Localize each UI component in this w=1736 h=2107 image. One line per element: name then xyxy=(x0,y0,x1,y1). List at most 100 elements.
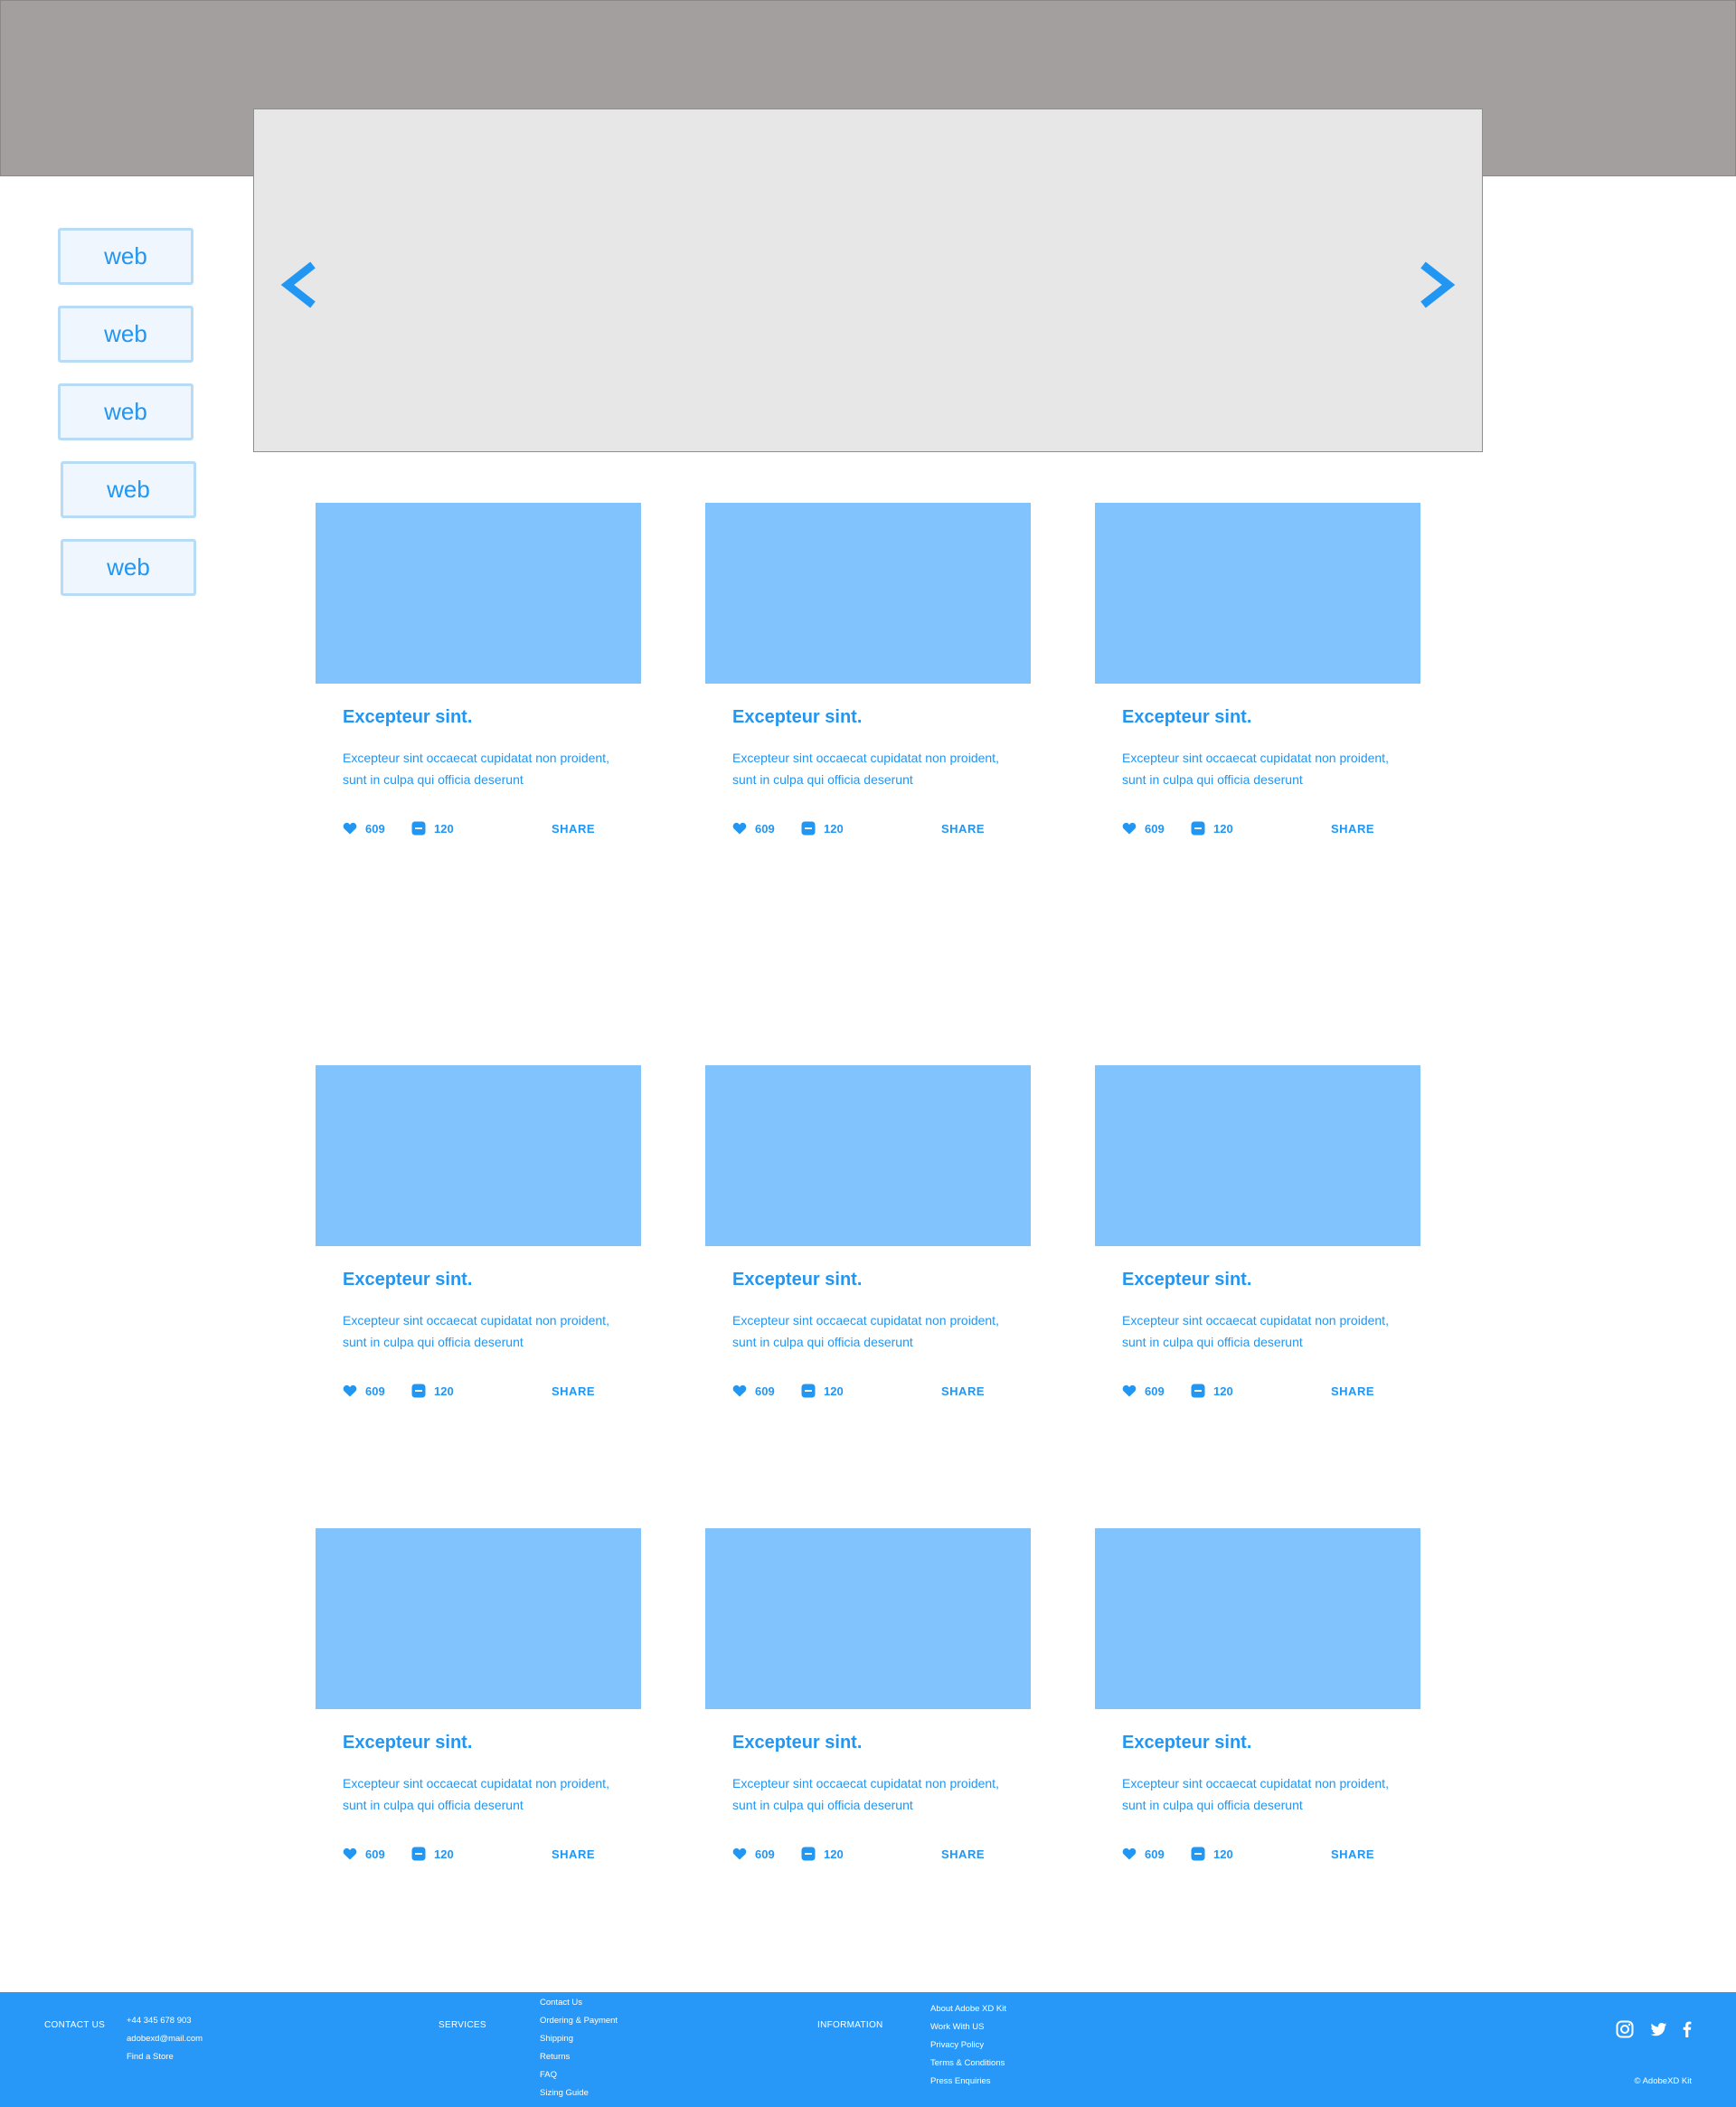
footer-link[interactable]: FAQ xyxy=(540,2066,618,2084)
share-button[interactable]: SHARE xyxy=(1331,1847,1374,1861)
comment-button[interactable]: 120 xyxy=(1191,1847,1233,1861)
footer-link[interactable]: Press Enquiries xyxy=(930,2073,1006,2091)
card-title[interactable]: Excepteur sint. xyxy=(343,1733,472,1753)
comment-button[interactable]: 120 xyxy=(1191,821,1233,836)
footer-phone[interactable]: +44 345 678 903 xyxy=(127,2012,203,2030)
side-nav-button[interactable]: web xyxy=(58,228,193,285)
side-nav-button[interactable]: web xyxy=(61,539,196,596)
card-image[interactable] xyxy=(1095,1065,1420,1246)
share-button[interactable]: SHARE xyxy=(941,1384,985,1398)
card-image[interactable] xyxy=(705,1065,1031,1246)
comment-button[interactable]: 120 xyxy=(411,1384,454,1398)
share-button[interactable]: SHARE xyxy=(552,1384,595,1398)
card-description: Excepteur sint occaecat cupidatat non pr… xyxy=(343,1313,609,1349)
side-nav-button[interactable]: web xyxy=(58,306,193,363)
share-button[interactable]: SHARE xyxy=(941,822,985,836)
card-title[interactable]: Excepteur sint. xyxy=(1122,1270,1251,1290)
card-meta: 609 120 SHARE xyxy=(732,1847,1004,1865)
card-title[interactable]: Excepteur sint. xyxy=(343,707,472,728)
card-title[interactable]: Excepteur sint. xyxy=(732,1270,862,1290)
comment-button[interactable]: 120 xyxy=(411,821,454,836)
card-image[interactable] xyxy=(316,503,641,684)
like-button[interactable]: 609 xyxy=(343,1847,385,1861)
card-image[interactable] xyxy=(316,1528,641,1709)
footer-link[interactable]: Sizing Guide xyxy=(540,2084,618,2102)
card: Excepteur sint. Excepteur sint occaecat c… xyxy=(1095,1065,1420,1427)
side-nav-button[interactable]: web xyxy=(61,461,196,518)
share-button[interactable]: SHARE xyxy=(1331,822,1374,836)
twitter-icon[interactable] xyxy=(1648,2019,1668,2039)
footer-contact-heading: CONTACT US xyxy=(44,2020,106,2030)
card-title[interactable]: Excepteur sint. xyxy=(343,1270,472,1290)
footer-find-store-link[interactable]: Find a Store xyxy=(127,2048,203,2066)
comment-button[interactable]: 120 xyxy=(1191,1384,1233,1398)
card-description: Excepteur sint occaecat cupidatat non pr… xyxy=(343,1776,609,1812)
like-count: 609 xyxy=(755,821,775,836)
footer-link[interactable]: About Adobe XD Kit xyxy=(930,2000,1006,2018)
footer-link[interactable]: Ordering & Payment xyxy=(540,2012,618,2030)
like-count: 609 xyxy=(1145,1384,1165,1398)
card-description: Excepteur sint occaecat cupidatat non pr… xyxy=(343,751,609,787)
share-button[interactable]: SHARE xyxy=(552,822,595,836)
carousel-next-button[interactable] xyxy=(1405,258,1459,312)
like-button[interactable]: 609 xyxy=(343,821,385,836)
comment-count: 120 xyxy=(1213,1847,1233,1861)
card-image[interactable] xyxy=(705,503,1031,684)
card: Excepteur sint. Excepteur sint occaecat c… xyxy=(316,1065,641,1427)
share-button[interactable]: SHARE xyxy=(1331,1384,1374,1398)
side-nav-button[interactable]: web xyxy=(58,383,193,440)
footer-link[interactable]: Terms & Conditions xyxy=(930,2055,1006,2073)
card-meta: 609 120 SHARE xyxy=(1122,1847,1393,1865)
footer-email[interactable]: adobexd@mail.com xyxy=(127,2030,203,2048)
footer-link[interactable]: Privacy Policy xyxy=(930,2036,1006,2055)
footer-link[interactable]: Work With US xyxy=(930,2018,1006,2036)
card-meta: 609 120 SHARE xyxy=(343,1847,614,1865)
footer-link[interactable]: Shipping xyxy=(540,2030,618,2048)
comment-icon xyxy=(411,821,434,836)
like-button[interactable]: 609 xyxy=(732,821,775,836)
card-title[interactable]: Excepteur sint. xyxy=(732,707,862,728)
copyright: © AdobeXD Kit xyxy=(1634,2076,1692,2086)
card-title[interactable]: Excepteur sint. xyxy=(1122,1733,1251,1753)
card-title[interactable]: Excepteur sint. xyxy=(1122,707,1251,728)
card-description: Excepteur sint occaecat cupidatat non pr… xyxy=(1122,751,1389,787)
comment-count: 120 xyxy=(434,1384,454,1398)
card-meta: 609 120 SHARE xyxy=(1122,821,1393,839)
footer-services-list: Contact Us Ordering & Payment Shipping R… xyxy=(540,1994,618,2102)
like-button[interactable]: 609 xyxy=(1122,1384,1165,1398)
card-image[interactable] xyxy=(1095,503,1420,684)
like-button[interactable]: 609 xyxy=(732,1847,775,1861)
chevron-left-icon xyxy=(280,261,316,308)
like-button[interactable]: 609 xyxy=(1122,1847,1165,1861)
footer-link[interactable]: Returns xyxy=(540,2048,618,2066)
comment-button[interactable]: 120 xyxy=(411,1847,454,1861)
card-image[interactable] xyxy=(316,1065,641,1246)
like-button[interactable]: 609 xyxy=(732,1384,775,1398)
like-count: 609 xyxy=(755,1847,775,1861)
heart-icon xyxy=(1122,1847,1145,1861)
comment-button[interactable]: 120 xyxy=(801,821,844,836)
share-button[interactable]: SHARE xyxy=(552,1847,595,1861)
facebook-icon[interactable] xyxy=(1677,2019,1697,2039)
comment-button[interactable]: 120 xyxy=(801,1847,844,1861)
card: Excepteur sint. Excepteur sint occaecat c… xyxy=(705,1065,1031,1427)
card: Excepteur sint. Excepteur sint occaecat c… xyxy=(1095,1528,1420,1890)
footer-contact-list: +44 345 678 903 adobexd@mail.com Find a … xyxy=(127,2012,203,2066)
card: Excepteur sint. Excepteur sint occaecat c… xyxy=(316,503,641,865)
card-description: Excepteur sint occaecat cupidatat non pr… xyxy=(1122,1776,1389,1812)
footer-link[interactable]: Contact Us xyxy=(540,1994,618,2012)
card-meta: 609 120 SHARE xyxy=(732,821,1004,839)
share-button[interactable]: SHARE xyxy=(941,1847,985,1861)
card-image[interactable] xyxy=(705,1528,1031,1709)
footer: CONTACT US +44 345 678 903 adobexd@mail.… xyxy=(0,1992,1736,2107)
comment-count: 120 xyxy=(824,1847,844,1861)
instagram-icon[interactable] xyxy=(1615,2019,1635,2039)
like-button[interactable]: 609 xyxy=(1122,821,1165,836)
comment-button[interactable]: 120 xyxy=(801,1384,844,1398)
carousel-prev-button[interactable] xyxy=(277,258,331,312)
like-count: 609 xyxy=(365,1384,385,1398)
like-button[interactable]: 609 xyxy=(343,1384,385,1398)
comment-icon xyxy=(1191,1847,1213,1861)
card-title[interactable]: Excepteur sint. xyxy=(732,1733,862,1753)
card-image[interactable] xyxy=(1095,1528,1420,1709)
